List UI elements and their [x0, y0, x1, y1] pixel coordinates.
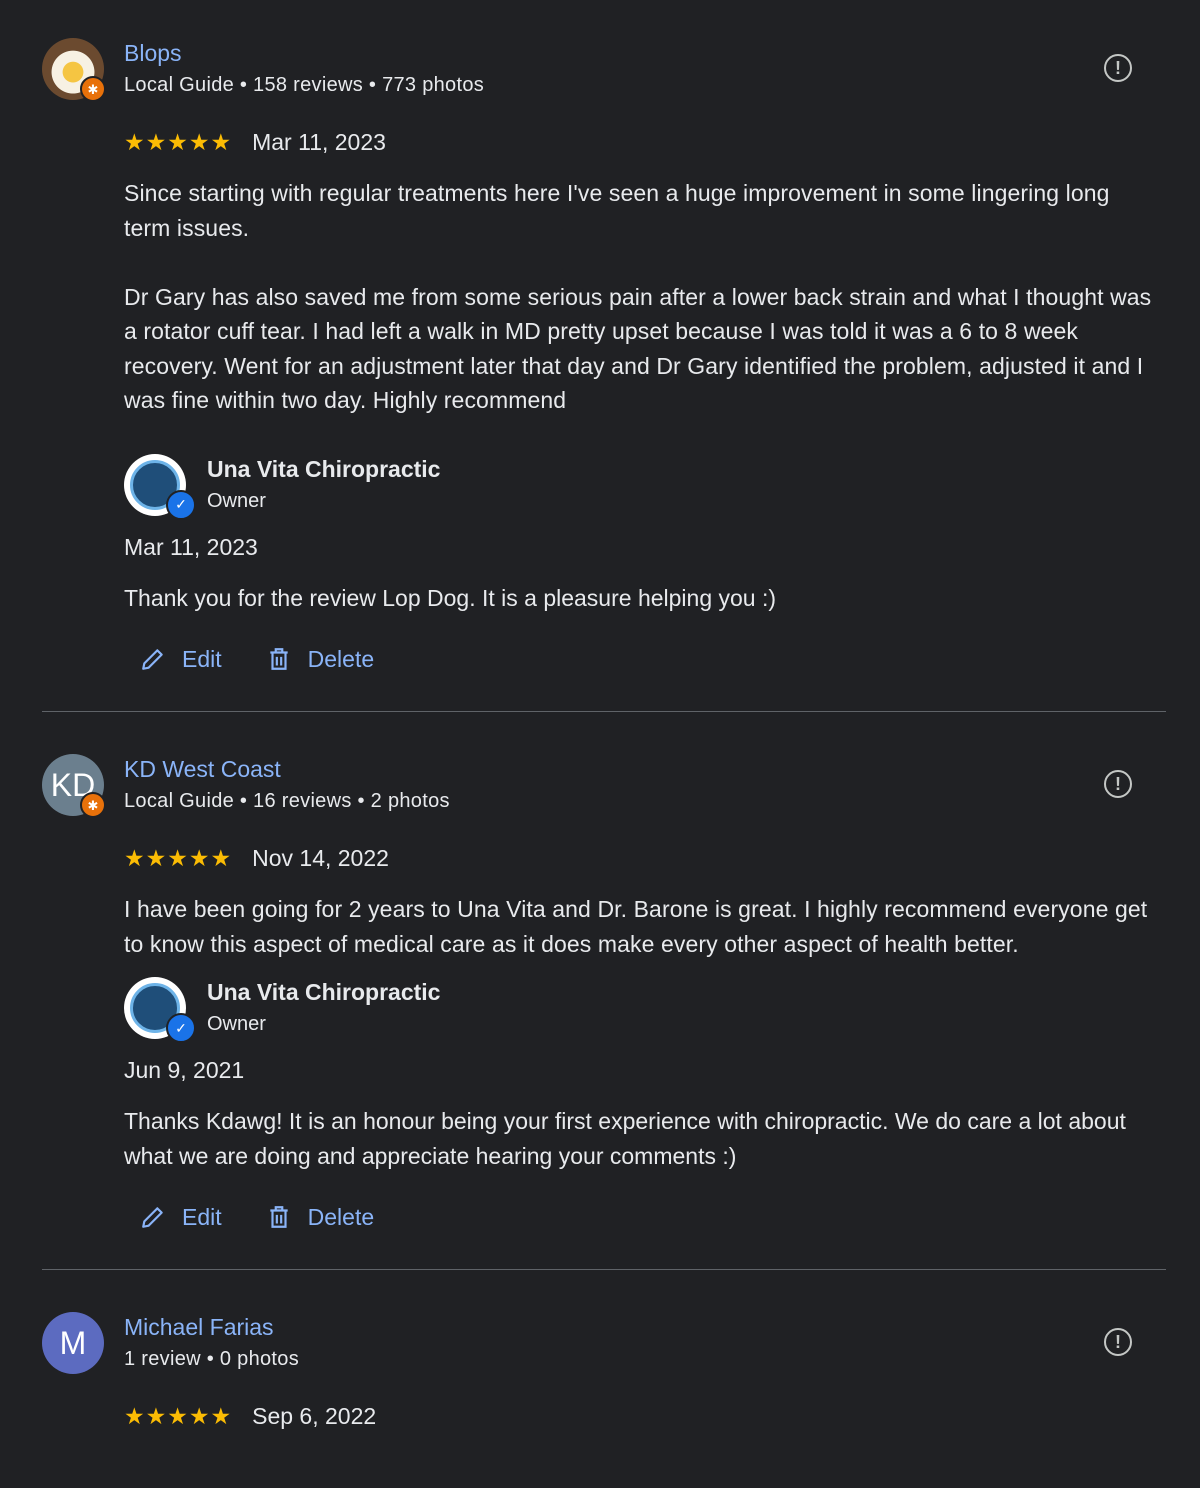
rating-row: ★★★★★ Mar 11, 2023: [124, 122, 1158, 162]
review-date: Nov 14, 2022: [252, 844, 389, 871]
delete-reply-button[interactable]: Delete: [266, 1204, 374, 1231]
review-card: M Michael Farias 1 review • 0 photos ! ★…: [0, 1270, 1200, 1436]
reviewer-meta: Local Guide • 158 reviews • 773 photos: [124, 74, 485, 96]
reviewer-name[interactable]: KD West Coast: [124, 756, 281, 783]
star-rating: ★★★★★: [124, 844, 233, 871]
delete-reply-button[interactable]: Delete: [266, 646, 374, 673]
verified-check-icon: ✓: [166, 489, 196, 520]
reviewer-meta: 1 review • 0 photos: [124, 1348, 300, 1370]
owner-role: Owner: [207, 489, 266, 512]
trash-icon: [269, 648, 288, 670]
edit-label: Edit: [182, 645, 222, 672]
local-guide-badge-icon: ✱: [80, 76, 106, 102]
review-text: I have been going for 2 years to Una Vit…: [124, 896, 1148, 957]
report-flag-icon[interactable]: !: [1104, 770, 1132, 798]
reply-date: Mar 11, 2023: [124, 533, 258, 560]
reply-date: Jun 9, 2021: [124, 1057, 245, 1083]
owner-role: Owner: [207, 1013, 266, 1035]
review-date: Sep 6, 2022: [252, 1402, 377, 1429]
edit-reply-button[interactable]: Edit: [140, 646, 222, 673]
review-date: Mar 11, 2023: [252, 128, 386, 155]
local-guide-badge-icon: ✱: [80, 792, 106, 818]
report-flag-icon[interactable]: !: [1104, 1328, 1132, 1356]
owner-response-header: ✓ Una Vita Chiropractic Owner: [124, 977, 1158, 1043]
star-rating: ★★★★★: [124, 1402, 233, 1429]
reviewer-meta: Local Guide • 16 reviews • 2 photos: [124, 790, 450, 812]
reviewer-name[interactable]: Michael Farias: [124, 1314, 274, 1341]
review-card: KD ✱ KD West Coast Local Guide • 16 revi…: [0, 712, 1200, 1237]
owner-name: Una Vita Chiropractic: [207, 979, 441, 1005]
report-flag-icon[interactable]: !: [1104, 54, 1132, 82]
trash-icon: [269, 1206, 288, 1228]
delete-label: Delete: [307, 1203, 375, 1230]
edit-reply-button[interactable]: Edit: [140, 1204, 222, 1231]
avatar-initials: M: [59, 1324, 87, 1361]
review-text: Since starting with regular treatments h…: [124, 180, 1152, 413]
reply-actions: Edit Delete: [140, 1197, 1158, 1237]
review-header: KD ✱ KD West Coast Local Guide • 16 revi…: [42, 754, 1158, 818]
delete-label: Delete: [307, 645, 375, 672]
rating-row: ★★★★★ Sep 6, 2022: [124, 1396, 1158, 1436]
pencil-icon: [142, 1207, 163, 1228]
review-card: ✱ Blops Local Guide • 158 reviews • 773 …: [0, 0, 1200, 679]
avatar[interactable]: ✱: [42, 38, 106, 102]
star-rating: ★★★★★: [124, 128, 233, 155]
reply-actions: Edit Delete: [140, 639, 1158, 679]
reply-text: Thanks Kdawg! It is an honour being your…: [124, 1108, 1126, 1169]
edit-label: Edit: [182, 1203, 222, 1230]
reply-text: Thank you for the review Lop Dog. It is …: [124, 584, 777, 611]
review-header: ✱ Blops Local Guide • 158 reviews • 773 …: [42, 38, 1158, 102]
pencil-icon: [142, 649, 163, 670]
rating-row: ★★★★★ Nov 14, 2022: [124, 838, 1158, 878]
owner-name: Una Vita Chiropractic: [207, 455, 441, 482]
owner-response-header: ✓ Una Vita Chiropractic Owner: [124, 453, 1158, 520]
reviewer-name[interactable]: Blops: [124, 40, 182, 67]
avatar[interactable]: KD ✱: [42, 754, 106, 818]
verified-check-icon: ✓: [166, 1013, 196, 1043]
review-header: M Michael Farias 1 review • 0 photos !: [42, 1312, 1158, 1374]
avatar[interactable]: M: [42, 1312, 104, 1374]
